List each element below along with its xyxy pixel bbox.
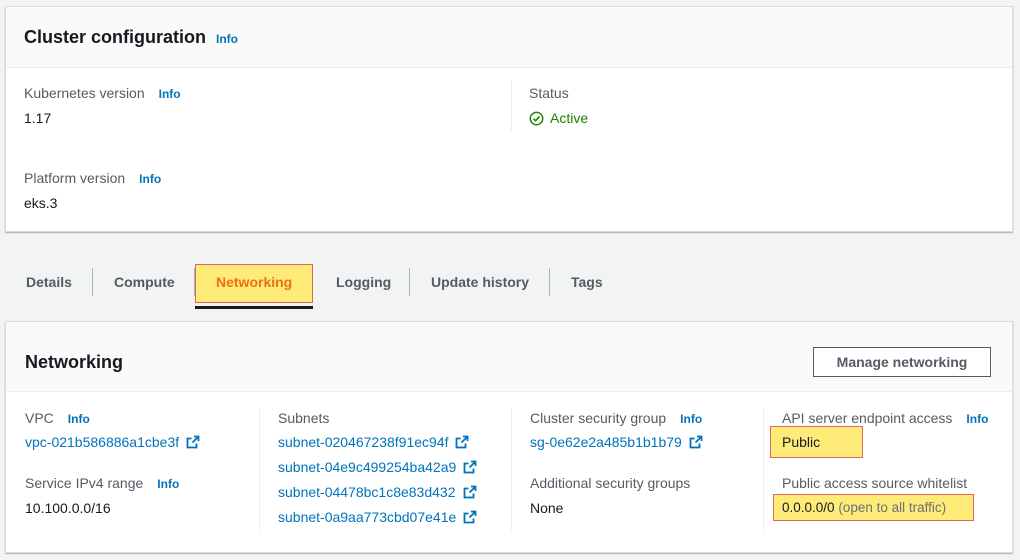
security-group-id[interactable]: sg-0e62e2a485b1b1b79 — [530, 434, 682, 450]
kubernetes-version-info-link[interactable]: Info — [159, 87, 181, 101]
service-ipv4-info-link[interactable]: Info — [157, 477, 179, 491]
cluster-configuration-panel: Cluster configuration Info Kubernetes ver… — [5, 6, 1013, 232]
tab-separator — [409, 268, 410, 296]
platform-version-info-link[interactable]: Info — [139, 172, 161, 186]
subnet-link[interactable]: subnet-0a9aa773cbd07e41e — [278, 509, 477, 527]
external-link-icon — [689, 435, 703, 452]
external-link-icon — [455, 435, 469, 452]
tab-compute[interactable]: Compute — [114, 274, 175, 290]
column-divider — [511, 408, 512, 530]
tab-separator — [194, 268, 195, 296]
cluster-security-group-label: Cluster security group Info — [530, 410, 702, 426]
public-access-source-whitelist-label: Public access source whitelist — [782, 475, 968, 491]
service-ipv4-label: Service IPv4 range Info — [25, 475, 179, 491]
cluster-configuration-title: Cluster configuration Info — [24, 27, 238, 48]
additional-security-groups-label: Additional security groups — [530, 475, 691, 491]
tab-separator — [549, 268, 550, 296]
tab-update-history[interactable]: Update history — [431, 274, 529, 290]
field-label: API server endpoint access — [782, 410, 953, 426]
column-divider — [259, 408, 260, 530]
platform-version-value: eks.3 — [24, 195, 58, 211]
field-label: Platform version — [24, 170, 126, 186]
status-label: Status — [529, 85, 569, 101]
vpc-label: VPC Info — [25, 410, 90, 426]
cluster-security-group-info-link[interactable]: Info — [680, 412, 702, 426]
check-circle-icon — [529, 111, 544, 129]
subnet-id[interactable]: subnet-020467238f91ec94f — [278, 434, 448, 450]
kubernetes-version-value: 1.17 — [24, 110, 52, 126]
vpc-link[interactable]: vpc-021b586886a1cbe3f — [25, 434, 200, 452]
api-server-endpoint-access-label: API server endpoint access Info — [782, 410, 988, 426]
tab-separator — [92, 268, 93, 296]
status-text: Active — [550, 110, 589, 126]
tab-tags[interactable]: Tags — [571, 274, 603, 290]
security-group-link[interactable]: sg-0e62e2a485b1b1b79 — [530, 434, 703, 452]
column-divider — [511, 81, 512, 131]
platform-version-label: Platform version Info — [24, 170, 161, 186]
external-link-icon — [463, 460, 477, 477]
kubernetes-version-label: Kubernetes version Info — [24, 85, 181, 101]
vpc-info-link[interactable]: Info — [68, 412, 90, 426]
service-ipv4-value: 10.100.0.0/16 — [25, 500, 111, 516]
whitelist-cidr: 0.0.0.0/0 — [782, 500, 835, 515]
tab-logging[interactable]: Logging — [336, 274, 391, 290]
public-access-source-whitelist-value: 0.0.0.0/0 (open to all traffic) — [782, 500, 946, 515]
subnet-link[interactable]: subnet-04478bc1c8e83d432 — [278, 484, 477, 502]
networking-title: Networking — [25, 352, 124, 372]
subnet-id[interactable]: subnet-04e9c499254ba42a9 — [278, 459, 456, 475]
tab-networking[interactable]: Networking — [216, 274, 292, 290]
tab-details[interactable]: Details — [26, 274, 72, 290]
manage-networking-button[interactable]: Manage networking — [813, 347, 991, 377]
field-label: Service IPv4 range — [25, 475, 144, 491]
panel-title: Cluster configuration — [24, 27, 207, 47]
subnet-link[interactable]: subnet-04e9c499254ba42a9 — [278, 459, 477, 477]
external-link-icon — [463, 510, 477, 527]
cluster-configuration-header: Cluster configuration Info — [6, 7, 1012, 68]
api-server-endpoint-access-value: Public — [782, 434, 821, 450]
api-server-endpoint-access-info-link[interactable]: Info — [966, 412, 988, 426]
subnets-label: Subnets — [278, 410, 330, 426]
status-value: Active — [529, 110, 588, 129]
subnet-link[interactable]: subnet-020467238f91ec94f — [278, 434, 469, 452]
whitelist-note: (open to all traffic) — [838, 500, 947, 515]
additional-security-groups-value: None — [530, 500, 564, 516]
field-label: Cluster security group — [530, 410, 667, 426]
column-divider — [763, 408, 764, 530]
cluster-configuration-info-link[interactable]: Info — [216, 32, 238, 46]
subnet-id[interactable]: subnet-0a9aa773cbd07e41e — [278, 509, 456, 525]
vpc-id[interactable]: vpc-021b586886a1cbe3f — [25, 434, 179, 450]
external-link-icon — [463, 485, 477, 502]
subnet-id[interactable]: subnet-04478bc1c8e83d432 — [278, 484, 456, 500]
field-label: Kubernetes version — [24, 85, 145, 101]
field-label: VPC — [25, 410, 54, 426]
external-link-icon — [186, 435, 200, 452]
selected-tab-underline — [195, 306, 313, 309]
